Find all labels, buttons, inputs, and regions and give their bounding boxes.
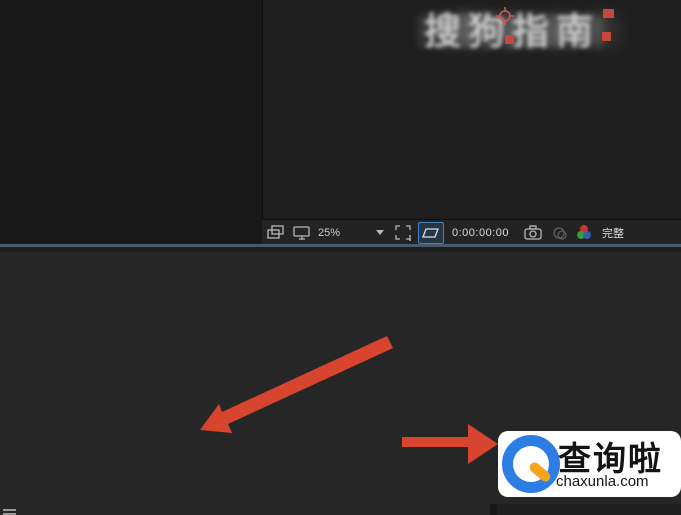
show-snapshot-icon[interactable]: [551, 220, 568, 245]
magnification-chevron-icon[interactable]: [376, 220, 384, 245]
rgb-channels-icon[interactable]: [575, 220, 594, 245]
layer-handle[interactable]: [603, 9, 614, 18]
grid-guides-icon[interactable]: [418, 222, 444, 244]
magnification-value[interactable]: 25%: [318, 220, 340, 245]
region-of-interest-icon[interactable]: [394, 220, 414, 245]
layer-handle[interactable]: [602, 32, 611, 41]
timeline-track-area: [497, 504, 681, 515]
watermark: 查询啦 chaxunla.com: [498, 431, 681, 497]
anchor-point-icon[interactable]: [496, 7, 514, 25]
preview-timecode[interactable]: 0:00:00:00: [452, 220, 509, 245]
panel-splitter[interactable]: [490, 504, 497, 515]
panel-menu-icon[interactable]: [3, 509, 16, 515]
monitor-icon[interactable]: [293, 220, 311, 245]
viewer-toolbar: 25% 0:00:00:00: [262, 219, 681, 245]
view-layout-icon[interactable]: [267, 220, 285, 245]
camera-snapshot-icon[interactable]: [524, 220, 543, 245]
composition-viewer: 搜狗指南 25%: [0, 0, 681, 246]
after-effects-window: 搜狗指南 25%: [0, 0, 681, 515]
layer-handle[interactable]: [505, 35, 514, 44]
panel-divider[interactable]: [0, 244, 681, 247]
watermark-domain: chaxunla.com: [556, 473, 649, 490]
left-panel-area: [0, 0, 263, 246]
resolution-select[interactable]: 完整: [602, 220, 624, 245]
